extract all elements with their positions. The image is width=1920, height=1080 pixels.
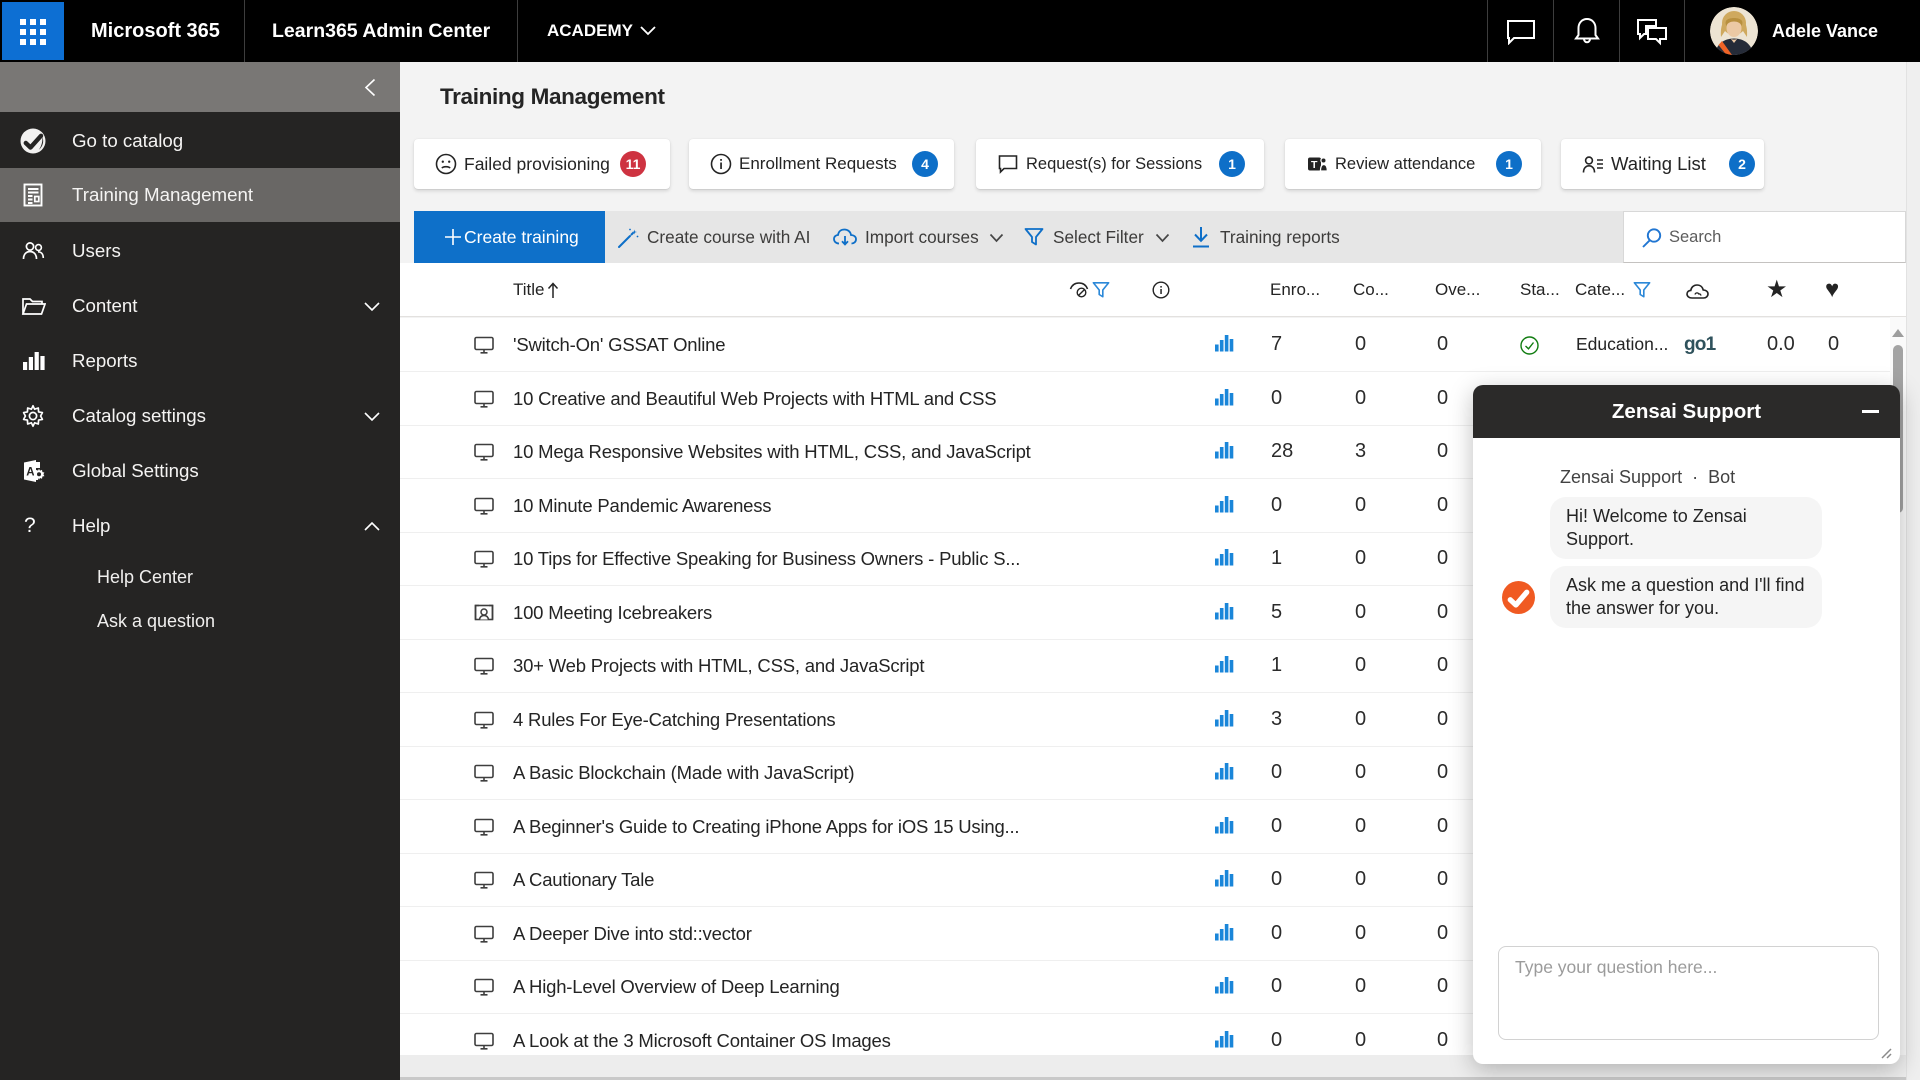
svg-text:A: A <box>26 467 34 479</box>
svg-text:T: T <box>1311 159 1318 171</box>
